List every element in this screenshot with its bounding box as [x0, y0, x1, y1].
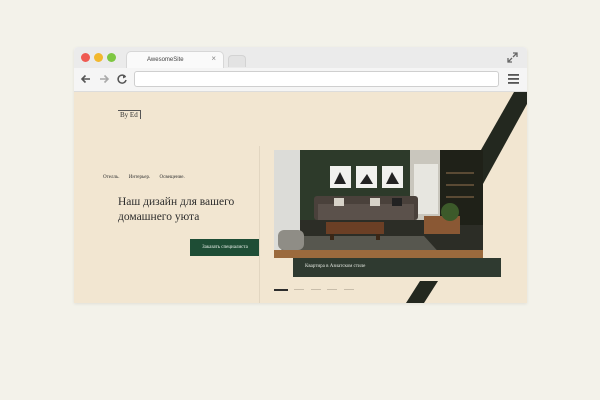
photo-caption: Квартира в Азиатском стиле [293, 258, 501, 277]
nav-item-interior[interactable]: Интерьер. [129, 175, 150, 180]
slider-indicators [274, 289, 356, 291]
fullscreen-icon[interactable] [507, 52, 518, 63]
title-bar: AwesomeSite × [74, 47, 527, 69]
site-nav: Отелль. Интерьер. Освещение. [103, 175, 193, 180]
back-arrow-icon[interactable] [80, 73, 92, 85]
browser-window: AwesomeSite × By Ed Отелль. Интерьер. Ос… [74, 47, 527, 303]
browser-tab[interactable]: AwesomeSite × [126, 51, 224, 68]
hero-title: Наш дизайн для вашего домашнего уюта [118, 196, 235, 223]
new-tab-button[interactable] [228, 55, 246, 67]
tab-title: AwesomeSite [147, 57, 184, 63]
nav-item-lighting[interactable]: Освещение. [160, 175, 185, 180]
slide-indicator-3[interactable] [310, 289, 321, 290]
slide-indicator-4[interactable] [327, 289, 338, 290]
menu-icon[interactable] [508, 74, 519, 84]
divider [259, 146, 260, 303]
maximize-window-button[interactable] [107, 53, 116, 62]
site-logo[interactable]: By Ed [118, 110, 141, 119]
web-page: By Ed Отелль. Интерьер. Освещение. Наш д… [74, 92, 527, 303]
nav-item-hotels[interactable]: Отелль. [103, 175, 120, 180]
slide-indicator-5[interactable] [343, 289, 354, 290]
slide-indicator-2[interactable] [294, 289, 305, 290]
order-specialist-button[interactable]: Заказать специалиста [190, 239, 260, 256]
close-window-button[interactable] [81, 53, 90, 62]
forward-arrow-icon[interactable] [98, 73, 110, 85]
interior-photo [274, 150, 483, 258]
slide-indicator-1[interactable] [274, 289, 288, 291]
reload-icon[interactable] [116, 73, 128, 85]
address-bar[interactable] [134, 71, 499, 87]
browser-toolbar [74, 68, 527, 92]
minimize-window-button[interactable] [94, 53, 103, 62]
tab-close-icon[interactable]: × [211, 55, 216, 63]
